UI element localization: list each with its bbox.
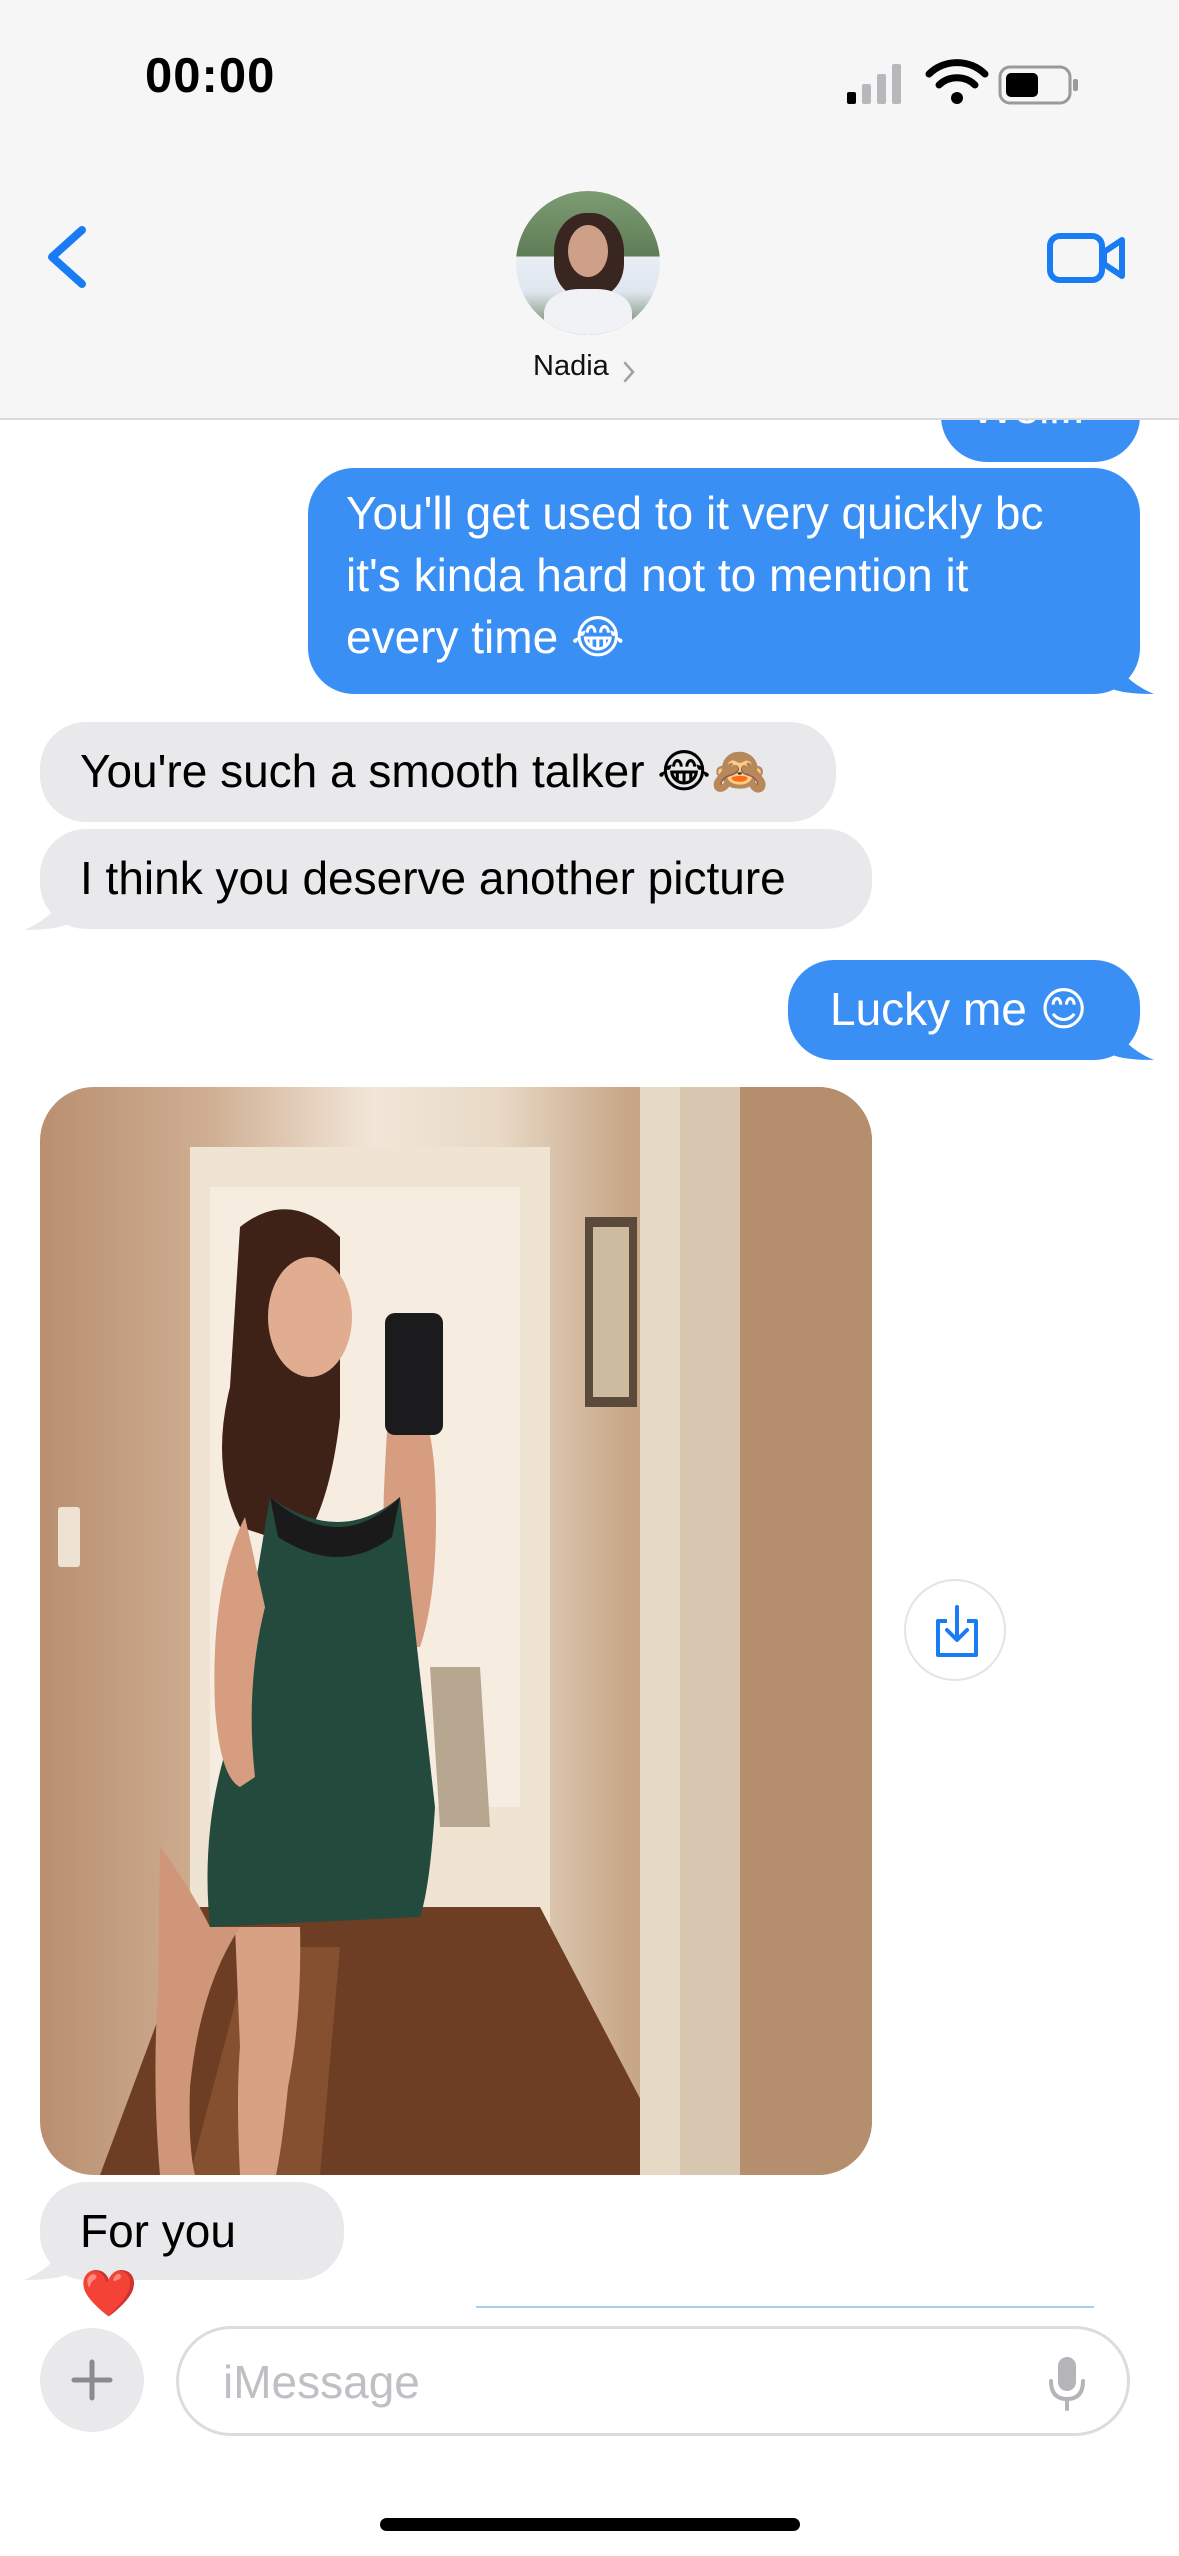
message-bubble-received[interactable]: For you ❤️: [40, 2182, 344, 2319]
message-text: Lucky me 😊: [830, 983, 1088, 1035]
message-bubble-sent[interactable]: Lucky me 😊: [788, 960, 1140, 1060]
bubble-tail: [24, 2236, 68, 2280]
bubble-tail: [1110, 650, 1154, 694]
message-bubble-received[interactable]: You're such a smooth talker 😂🙈: [40, 722, 836, 822]
message-text: I think you deserve another picture: [80, 852, 786, 904]
apps-plus-button[interactable]: [40, 2328, 144, 2432]
conversation-header: 00:00 Nadia: [0, 0, 1179, 420]
cellular-signal-icon: [847, 64, 901, 104]
plus-icon: [71, 2359, 113, 2401]
photo-content: [58, 1087, 872, 2175]
battery-icon: [998, 65, 1078, 105]
bubble-tail: [24, 886, 68, 930]
message-input[interactable]: iMessage: [176, 2326, 1130, 2436]
contact-name[interactable]: Nadia: [533, 350, 609, 383]
message-input-placeholder: iMessage: [223, 2356, 420, 2408]
video-camera-icon[interactable]: [1046, 230, 1126, 286]
status-time: 00:00: [145, 49, 276, 103]
message-text: You're such a smooth talker 😂🙈: [80, 745, 769, 797]
photo-attachment[interactable]: [40, 1087, 872, 2175]
message-text: For you ❤️: [80, 2205, 236, 2319]
chevron-right-icon: [623, 361, 635, 383]
contact-avatar[interactable]: [516, 191, 660, 335]
divider: [476, 2306, 1094, 2308]
message-text: You'll get used to it very quickly bc it…: [346, 487, 1044, 663]
back-chevron-icon[interactable]: [40, 222, 100, 292]
download-icon: [936, 1605, 978, 1657]
microphone-icon[interactable]: [1047, 2355, 1087, 2413]
save-to-device-button[interactable]: [904, 1579, 1006, 1681]
wifi-icon: [925, 59, 989, 104]
message-bubble-received[interactable]: I think you deserve another picture: [40, 829, 872, 929]
bubble-tail: [1110, 1016, 1154, 1060]
message-bubble-sent[interactable]: You'll get used to it very quickly bc it…: [308, 468, 1140, 694]
home-indicator: [380, 2518, 800, 2531]
